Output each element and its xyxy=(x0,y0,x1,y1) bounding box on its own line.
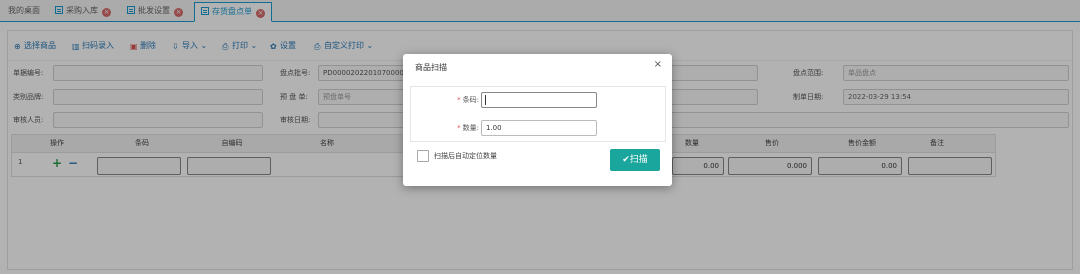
barcode-label-text: 条码: xyxy=(462,96,479,104)
scan-goods-dialog: 商品扫描 × * 条码: * 数量: 1.00 扫描后自动定位数量 ✔扫描 xyxy=(403,54,672,186)
text-caret xyxy=(485,95,486,105)
auto-locate-label: 扫描后自动定位数量 xyxy=(434,152,497,160)
check-icon: ✔ xyxy=(622,155,630,165)
required-mark: * xyxy=(457,124,461,132)
scan-button-label: 扫描 xyxy=(629,155,648,165)
barcode-label: * 条码: xyxy=(439,92,479,108)
barcode-input[interactable] xyxy=(481,92,597,108)
dialog-form: * 条码: * 数量: 1.00 xyxy=(410,86,666,142)
required-mark: * xyxy=(457,96,461,104)
close-icon[interactable]: × xyxy=(654,59,662,70)
qty-label: * 数量: xyxy=(439,120,479,136)
dialog-title: 商品扫描 xyxy=(415,63,447,72)
qty-input[interactable]: 1.00 xyxy=(481,120,597,136)
qty-label-text: 数量: xyxy=(462,124,479,132)
auto-locate-checkbox[interactable] xyxy=(417,150,429,162)
scan-button[interactable]: ✔扫描 xyxy=(610,149,660,171)
